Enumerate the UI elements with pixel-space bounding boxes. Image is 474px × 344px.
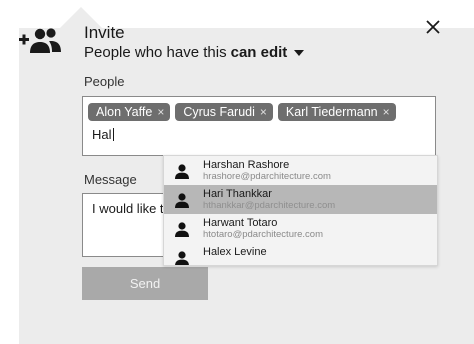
chevron-down-icon [294, 49, 305, 56]
suggestion-name: Harshan Rashore [203, 159, 290, 171]
close-icon[interactable] [424, 18, 442, 36]
suggestion-item-highlighted[interactable]: Hari Thankkar hthankkar@pdarchitecture.c… [164, 185, 437, 214]
suggestion-email: hrashore@pdarchitecture.com [203, 171, 331, 182]
recipient-chip: Alon Yaffe × [88, 103, 171, 121]
suggestion-item[interactable]: Harwant Totaro htotaro@pdarchitecture.co… [164, 214, 437, 243]
recipient-chip: Karl Tiedermann × [277, 103, 396, 121]
people-label: People [84, 74, 125, 89]
chip-remove-icon[interactable]: × [383, 105, 390, 119]
suggestion-email: hthankkar@pdarchitecture.com [203, 200, 336, 211]
message-label: Message [84, 172, 137, 187]
person-icon [175, 193, 189, 208]
add-user-icon [19, 27, 65, 55]
chip-remove-icon[interactable]: × [157, 105, 164, 119]
suggestion-item[interactable]: Halex Levine [164, 243, 437, 265]
suggestion-item[interactable]: Harshan Rashore hrashore@pdarchitecture.… [164, 156, 437, 185]
people-typed-text[interactable]: Hal [92, 127, 114, 142]
recipient-chips: Alon Yaffe × Cyrus Farudi × Karl Tiederm… [88, 103, 396, 121]
chip-remove-icon[interactable]: × [260, 105, 267, 119]
recipient-chip: Cyrus Farudi × [175, 103, 273, 121]
people-input[interactable]: Alon Yaffe × Cyrus Farudi × Karl Tiederm… [82, 96, 436, 156]
suggestion-name: Hari Thankkar [203, 188, 272, 200]
autocomplete-dropdown: Harshan Rashore hrashore@pdarchitecture.… [163, 155, 438, 266]
suggestion-name: Harwant Totaro [203, 217, 278, 229]
permission-dropdown[interactable]: People who have this can edit [84, 44, 305, 61]
send-button[interactable]: Send [82, 267, 208, 300]
dialog-title: Invite [84, 23, 125, 42]
person-icon [175, 251, 189, 265]
chip-label: Alon Yaffe [96, 105, 153, 119]
permission-value: can edit [230, 44, 288, 61]
person-icon [175, 164, 189, 179]
chip-label: Cyrus Farudi [183, 105, 255, 119]
suggestion-email: htotaro@pdarchitecture.com [203, 229, 324, 240]
suggestion-name: Halex Levine [203, 246, 267, 258]
permission-prefix: People who have this [84, 44, 227, 61]
chip-label: Karl Tiedermann [285, 105, 378, 119]
person-icon [175, 222, 189, 237]
